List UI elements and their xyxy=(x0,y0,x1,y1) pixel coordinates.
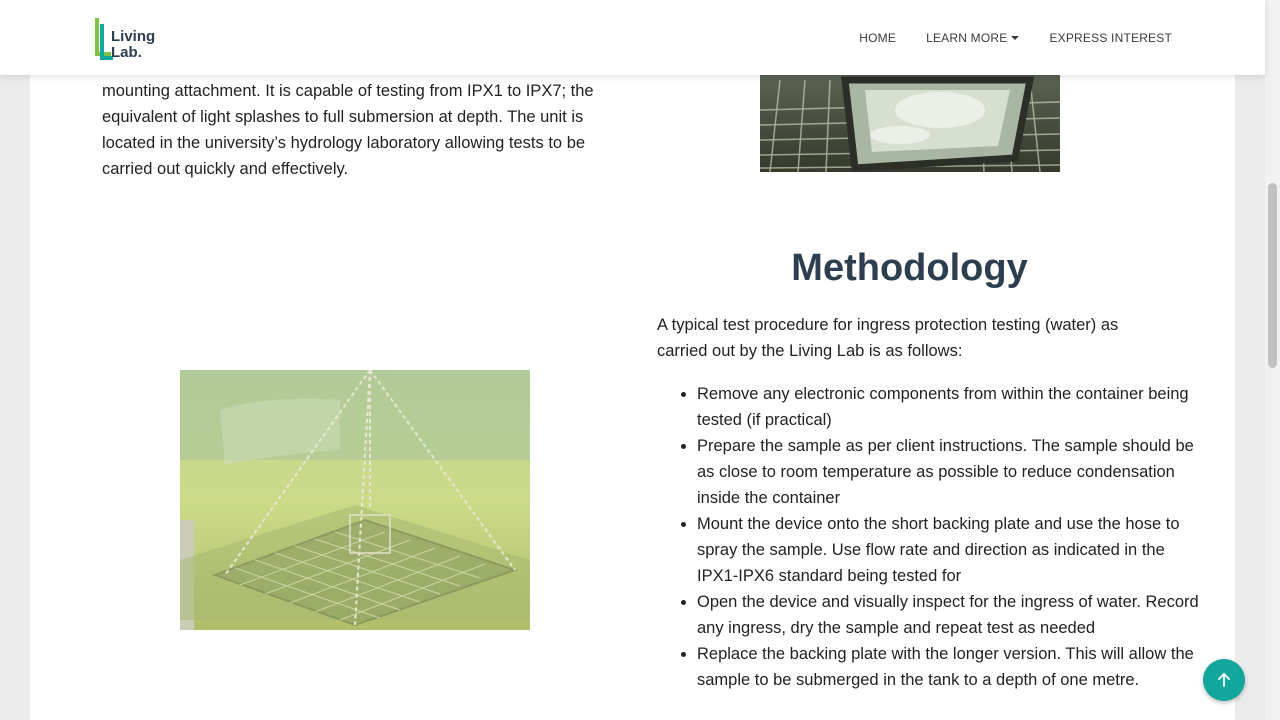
nav-home-label: HOME xyxy=(859,30,897,45)
ingress-testing-description: mounting attachment. It is capable of te… xyxy=(102,82,594,178)
logo-text-line1: Living xyxy=(111,28,156,45)
nav-express-interest-link[interactable]: EXPRESS INTEREST xyxy=(1049,31,1172,45)
logo-text-line2: Lab. xyxy=(111,44,142,61)
list-item: Remove any electronic components from wi… xyxy=(697,381,1202,433)
nav-learn-more-dropdown[interactable]: LEARN MORE xyxy=(926,30,1020,45)
submersion-tank-image xyxy=(180,370,530,630)
arrow-up-icon xyxy=(1218,673,1230,687)
nav-learn-more-label: LEARN MORE xyxy=(926,30,1008,45)
page-scrollbar[interactable] xyxy=(1265,0,1280,720)
methodology-steps-list: Remove any electronic components from wi… xyxy=(657,381,1202,693)
list-item: Replace the backing plate with the longe… xyxy=(697,641,1202,693)
scrollbar-thumb[interactable] xyxy=(1268,183,1277,368)
submersion-tank-photo xyxy=(180,370,530,630)
nav-links: HOME LEARN MORE EXPRESS INTEREST xyxy=(859,0,1172,75)
methodology-intro: A typical test procedure for ingress pro… xyxy=(657,316,1119,360)
list-item: Mount the device onto the short backing … xyxy=(697,511,1202,589)
logo-text: Living Lab. xyxy=(111,29,155,61)
top-navbar: Living Lab. HOME LEARN MORE EXPRESS INTE… xyxy=(0,0,1265,75)
list-item: Prepare the sample as per client instruc… xyxy=(697,433,1202,511)
nav-home-link[interactable]: HOME xyxy=(859,31,896,45)
methodology-heading: Methodology xyxy=(791,247,1028,289)
list-item: Open the device and visually inspect for… xyxy=(697,589,1202,641)
nav-express-interest-label: EXPRESS INTEREST xyxy=(1049,30,1172,45)
living-lab-logo[interactable]: Living Lab. xyxy=(93,18,163,61)
logo-mark-icon xyxy=(95,18,113,60)
back-to-top-button[interactable] xyxy=(1203,659,1245,701)
caret-down-icon xyxy=(1011,35,1020,40)
